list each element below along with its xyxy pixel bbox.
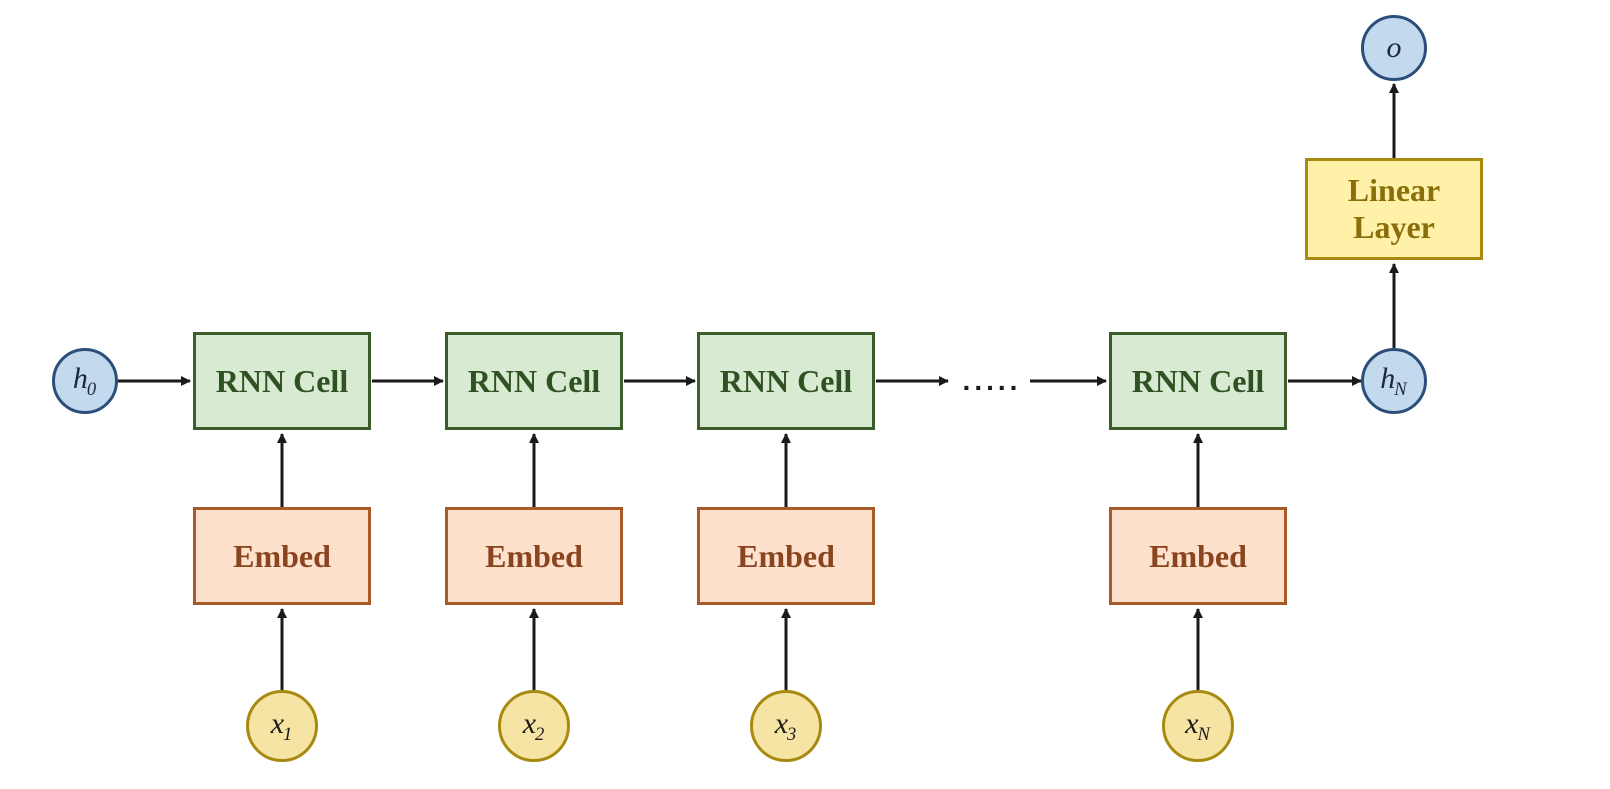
node-x3: x3 bbox=[750, 690, 822, 762]
node-x2: x2 bbox=[498, 690, 570, 762]
rnn-cell-2-label: RNN Cell bbox=[468, 363, 600, 400]
rnn-cell-N: RNN Cell bbox=[1109, 332, 1287, 430]
node-x1: x1 bbox=[246, 690, 318, 762]
node-h0: h0 bbox=[52, 348, 118, 414]
diagram-canvas: h0 RNN Cell RNN Cell RNN Cell RNN Cell .… bbox=[0, 0, 1610, 789]
node-o-var: o bbox=[1387, 31, 1402, 65]
rnn-cell-N-label: RNN Cell bbox=[1132, 363, 1264, 400]
node-hN-var: hN bbox=[1380, 362, 1407, 401]
node-x3-var: x3 bbox=[775, 707, 798, 746]
rnn-cell-1: RNN Cell bbox=[193, 332, 371, 430]
linear-layer: Linear Layer bbox=[1305, 158, 1483, 260]
node-xN: xN bbox=[1162, 690, 1234, 762]
embed-N: Embed bbox=[1109, 507, 1287, 605]
embed-N-label: Embed bbox=[1149, 538, 1247, 575]
node-x1-var: x1 bbox=[271, 707, 294, 746]
node-xN-var: xN bbox=[1185, 707, 1211, 746]
rnn-cell-3: RNN Cell bbox=[697, 332, 875, 430]
node-o: o bbox=[1361, 15, 1427, 81]
embed-2-label: Embed bbox=[485, 538, 583, 575]
linear-layer-label: Linear Layer bbox=[1348, 172, 1440, 246]
embed-1: Embed bbox=[193, 507, 371, 605]
embed-3-label: Embed bbox=[737, 538, 835, 575]
embed-1-label: Embed bbox=[233, 538, 331, 575]
rnn-cell-3-label: RNN Cell bbox=[720, 363, 852, 400]
node-hN: hN bbox=[1361, 348, 1427, 414]
ellipsis-dots: ..... bbox=[963, 365, 1022, 397]
node-x2-var: x2 bbox=[523, 707, 546, 746]
embed-2: Embed bbox=[445, 507, 623, 605]
node-h0-var: h0 bbox=[73, 362, 97, 401]
rnn-cell-2: RNN Cell bbox=[445, 332, 623, 430]
rnn-cell-1-label: RNN Cell bbox=[216, 363, 348, 400]
embed-3: Embed bbox=[697, 507, 875, 605]
